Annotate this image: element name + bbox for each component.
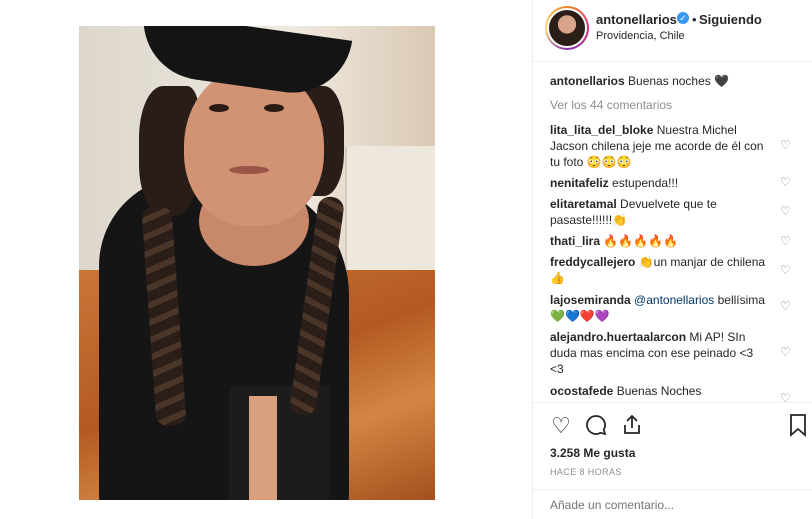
username-link[interactable]: antonellarios — [596, 12, 677, 27]
comment-username[interactable]: lita_lita_del_bloke — [550, 123, 653, 137]
location-link[interactable]: Providencia, Chile — [596, 30, 685, 42]
comment-bubble-svg — [586, 415, 607, 436]
bookmark-icon[interactable] — [785, 413, 811, 439]
comment-username[interactable]: nenitafeliz — [550, 176, 609, 190]
like-comment-heart-icon[interactable]: ♡ — [780, 205, 792, 217]
photo-eye-left — [209, 104, 229, 112]
photo-mouth — [229, 166, 269, 174]
share-svg — [624, 414, 640, 434]
comment: freddycallejero 👏un manjar de chilena👍 — [550, 254, 770, 286]
comment-text: estupenda!!! — [612, 176, 679, 190]
verified-badge-icon: ✓ — [677, 12, 689, 24]
comment-username[interactable]: lajosemiranda — [550, 293, 631, 307]
comment-username[interactable]: elitaretamal — [550, 197, 617, 211]
like-comment-heart-icon[interactable]: ♡ — [780, 176, 792, 188]
comment: lita_lita_del_bloke Nuestra Michel Jacso… — [550, 122, 770, 170]
photo-stripe — [249, 396, 277, 500]
comment-username[interactable]: ocostafede — [550, 384, 613, 398]
bookmark-svg — [790, 414, 806, 437]
follow-button[interactable]: Siguiendo — [699, 12, 762, 27]
like-comment-heart-icon[interactable]: ♡ — [780, 346, 792, 358]
comment-icon[interactable] — [583, 413, 609, 439]
comment-text: 🔥🔥🔥🔥🔥 — [603, 234, 679, 248]
like-comment-heart-icon[interactable]: ♡ — [780, 264, 792, 276]
comments-list[interactable]: antonellarios Buenas noches 🖤 Ver los 44… — [533, 62, 812, 402]
heart-icon[interactable]: ♡ — [548, 413, 574, 439]
comment-text: Buenas Noches — [616, 384, 702, 398]
post-caption: antonellarios Buenas noches 🖤 — [550, 74, 729, 88]
comment: nenitafeliz estupenda!!! — [550, 175, 770, 191]
comment-mention[interactable]: @antonellarios — [634, 293, 714, 307]
post-actions: ♡ 3.258 Me gusta HACE 8 HORAS — [533, 402, 812, 519]
likes-count[interactable]: 3.258 Me gusta — [550, 446, 635, 460]
avatar-image — [547, 8, 587, 48]
avatar[interactable] — [545, 6, 589, 50]
post-header: antonellarios ✓ • Siguiendo Providencia,… — [533, 0, 812, 62]
like-comment-heart-icon[interactable]: ♡ — [780, 392, 792, 402]
photo-pane — [0, 0, 532, 519]
comment: ocostafede Buenas Noches — [550, 383, 770, 399]
view-comments-link[interactable]: Ver los 44 comentarios — [550, 98, 672, 112]
caption-text: Buenas noches 🖤 — [628, 74, 730, 88]
comment: lajosemiranda @antonellarios bellísima 💚… — [550, 292, 770, 324]
comment-username[interactable]: alejandro.huertaalarcon — [550, 330, 686, 344]
comment: alejandro.huertaalarcon Mi AP! SIn duda … — [550, 329, 770, 377]
like-comment-heart-icon[interactable]: ♡ — [780, 139, 792, 151]
caption-username[interactable]: antonellarios — [550, 74, 625, 88]
comment-username[interactable]: freddycallejero — [550, 255, 635, 269]
post-timestamp[interactable]: HACE 8 HORAS — [550, 467, 622, 477]
like-comment-heart-icon[interactable]: ♡ — [780, 235, 792, 247]
post-sidebar: antonellarios ✓ • Siguiendo Providencia,… — [532, 0, 812, 519]
photo-eye-right — [264, 104, 284, 112]
share-icon[interactable] — [619, 413, 645, 439]
separator-dot: • — [692, 12, 697, 27]
comment: thati_lira 🔥🔥🔥🔥🔥 — [550, 233, 770, 249]
comment: elitaretamal Devuelvete que te pasaste!!… — [550, 196, 770, 228]
post-photo[interactable] — [79, 26, 435, 500]
add-comment-bar — [533, 489, 812, 519]
add-comment-input[interactable] — [550, 498, 790, 512]
comment-username[interactable]: thati_lira — [550, 234, 600, 248]
like-comment-heart-icon[interactable]: ♡ — [780, 300, 792, 312]
